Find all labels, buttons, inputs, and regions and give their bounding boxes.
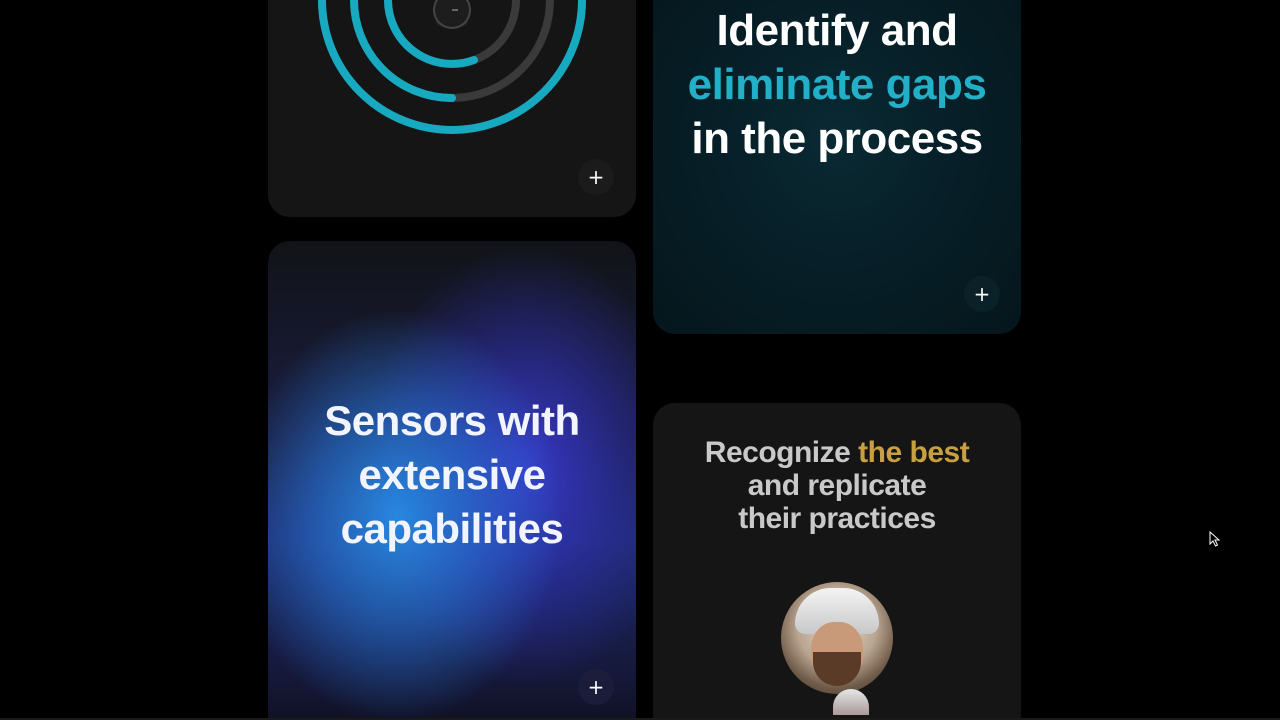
plus-icon: + bbox=[587, 165, 605, 189]
sensors-card[interactable]: Sensors with extensive capabilities + bbox=[268, 241, 636, 720]
gaps-headline-line1: Identify and bbox=[716, 6, 958, 55]
plus-icon: + bbox=[587, 675, 605, 699]
recognize-headline-line3: their practices bbox=[738, 502, 936, 535]
gaps-card[interactable]: Identify and eliminate gaps in the proce… bbox=[653, 0, 1021, 334]
recognize-headline-line2: and replicate bbox=[747, 469, 927, 502]
cursor-icon bbox=[1209, 531, 1221, 547]
expand-gaps-button[interactable]: + bbox=[964, 276, 1000, 312]
gaps-headline-accent: eliminate gaps bbox=[687, 60, 987, 109]
sensors-headline-line1: Sensors with bbox=[324, 397, 580, 444]
recognize-prefix: Recognize bbox=[704, 436, 851, 469]
avatar bbox=[781, 582, 893, 694]
recognize-headline: Recognize the best and replicate their p… bbox=[653, 436, 1021, 535]
gaps-headline-line3: in the process bbox=[691, 114, 983, 163]
sensors-headline-line2: extensive bbox=[358, 451, 546, 498]
expand-rings-button[interactable]: + bbox=[578, 159, 614, 195]
rings-card[interactable]: + bbox=[268, 0, 636, 217]
recognize-card[interactable]: Recognize the best and replicate their p… bbox=[653, 403, 1021, 720]
watch-icon bbox=[433, 0, 471, 29]
gaps-headline: Identify and eliminate gaps in the proce… bbox=[653, 4, 1021, 166]
expand-sensors-button[interactable]: + bbox=[578, 669, 614, 705]
avatar-secondary bbox=[833, 689, 869, 715]
sensors-headline: Sensors with extensive capabilities bbox=[268, 394, 636, 556]
feature-grid-page: + Identify and eliminate gaps in the pro… bbox=[0, 0, 1280, 720]
recognize-headline-line1: Recognize the best bbox=[653, 436, 1021, 469]
sensors-headline-line3: capabilities bbox=[340, 505, 564, 552]
recognize-accent: the best bbox=[858, 436, 970, 469]
plus-icon: + bbox=[973, 282, 991, 306]
